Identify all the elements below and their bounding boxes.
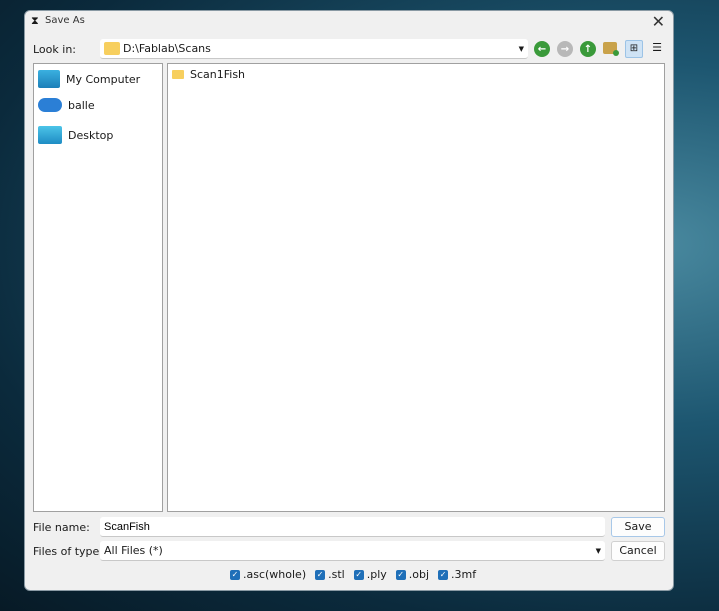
- sidebar: My Computer balle Desktop: [33, 63, 163, 512]
- cancel-button[interactable]: Cancel: [611, 541, 665, 561]
- save-as-dialog: ⧗ Save As ✕ Look in: D:\Fablab\Scans ▼ ←…: [24, 10, 674, 591]
- check-icon: ✓: [230, 569, 240, 580]
- desktop-icon: [38, 126, 62, 144]
- look-in-combo[interactable]: D:\Fablab\Scans ▼: [100, 39, 528, 59]
- checkbox-3mf[interactable]: ✓ .3mf: [438, 568, 476, 581]
- chevron-down-icon: ▼: [595, 546, 601, 555]
- list-view-icon[interactable]: ⊞: [625, 40, 643, 58]
- look-in-label: Look in:: [33, 43, 76, 56]
- sidebar-item-label: balle: [68, 98, 95, 112]
- checkbox-obj[interactable]: ✓ .obj: [395, 568, 430, 581]
- checkbox-label: .3mf: [451, 568, 477, 581]
- list-item[interactable]: Scan1Fish: [172, 68, 245, 81]
- sidebar-item-desktop[interactable]: Desktop: [38, 126, 113, 144]
- cloud-icon: [38, 98, 62, 112]
- new-folder-icon[interactable]: [603, 42, 619, 56]
- window-title: Save As: [45, 15, 85, 26]
- sidebar-item-label: Desktop: [68, 128, 114, 142]
- folder-icon: [172, 70, 184, 79]
- file-type-select[interactable]: All Files (*) ▼: [100, 541, 605, 561]
- file-name-input[interactable]: [100, 517, 605, 537]
- back-icon[interactable]: ←: [534, 41, 550, 57]
- file-list: Scan1Fish: [167, 63, 665, 512]
- file-name: Scan1Fish: [190, 68, 246, 81]
- checkbox-stl[interactable]: ✓ .stl: [315, 568, 345, 581]
- look-in-path: D:\Fablab\Scans: [123, 42, 211, 55]
- format-checkboxes: ✓ .asc(whole) ✓ .stl ✓ .ply ✓ .obj ✓ .3mf: [230, 568, 485, 581]
- checkbox-ply[interactable]: ✓ .ply: [353, 568, 387, 581]
- sidebar-item-my-computer[interactable]: My Computer: [38, 70, 140, 88]
- check-icon: ✓: [315, 569, 326, 580]
- checkbox-label: .ply: [366, 568, 387, 581]
- checkbox-label: .stl: [328, 568, 345, 581]
- sidebar-item-balle[interactable]: balle: [38, 98, 95, 112]
- file-name-label: File name:: [33, 521, 90, 534]
- checkbox-label: .asc(whole): [243, 568, 307, 581]
- close-icon[interactable]: ✕: [652, 12, 665, 31]
- detail-view-icon[interactable]: ☰: [649, 40, 665, 56]
- folder-icon: [104, 42, 120, 55]
- checkbox-asc[interactable]: ✓ .asc(whole): [230, 568, 306, 581]
- check-icon: ✓: [438, 569, 449, 580]
- save-button[interactable]: Save: [611, 517, 665, 537]
- parent-folder-icon[interactable]: ↑: [580, 41, 596, 57]
- app-icon: ⧗: [31, 14, 39, 27]
- check-icon: ✓: [353, 569, 364, 580]
- chevron-down-icon: ▼: [518, 44, 524, 53]
- file-type-value: All Files (*): [104, 544, 163, 557]
- check-icon: ✓: [395, 569, 406, 580]
- forward-icon[interactable]: →: [557, 41, 573, 57]
- checkbox-label: .obj: [408, 568, 430, 581]
- file-type-label: Files of type:: [33, 545, 104, 558]
- computer-icon: [38, 70, 60, 88]
- sidebar-item-label: My Computer: [66, 72, 141, 86]
